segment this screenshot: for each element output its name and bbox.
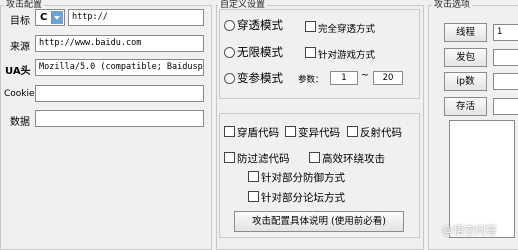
anti-shield-checkbox[interactable] [224, 126, 235, 137]
param-min-input[interactable]: 1 [330, 71, 358, 85]
save-input[interactable] [493, 98, 518, 115]
cookie-label: Cookie [4, 89, 35, 99]
thread-input[interactable]: 1 [493, 24, 518, 41]
chevron-down-icon[interactable] [51, 11, 63, 24]
forum-checkbox[interactable] [248, 191, 259, 202]
referer-label: 来源 [10, 42, 30, 53]
anti-shield-label: 穿盾代码 [237, 127, 279, 139]
mode-transparent-radio[interactable] [224, 20, 235, 31]
referer-input[interactable]: http://www.baidu.com [35, 35, 204, 52]
loop-attack-label: 高效环绕攻击 [322, 153, 385, 165]
mode-transparent-label: 穿透模式 [237, 18, 283, 32]
param-separator: ~ [361, 70, 369, 81]
watermark: @悟空问答 [442, 224, 497, 237]
thread-button[interactable]: 线程 [444, 23, 487, 42]
game-mode-label: 针对游戏方式 [318, 50, 376, 61]
full-transparent-label: 完全穿透方式 [318, 24, 376, 35]
packet-input[interactable] [493, 49, 518, 66]
defense-label: 针对部分防御方式 [261, 172, 345, 184]
variant-label: 变异代码 [298, 127, 340, 139]
reflect-checkbox[interactable] [347, 126, 358, 137]
data-input[interactable] [35, 110, 204, 127]
defense-checkbox[interactable] [248, 171, 259, 182]
ua-input[interactable]: Mozilla/5.0 (compatible; Baiduspid [35, 59, 204, 76]
ip-count-input[interactable] [493, 73, 518, 90]
packet-button[interactable]: 发包 [444, 48, 487, 67]
mode-variable-radio[interactable] [224, 73, 235, 84]
help-button[interactable]: 攻击配置具体说明 (使用前必看) [234, 211, 404, 232]
log-area[interactable] [449, 120, 515, 238]
mode-variable-label: 变参模式 [237, 71, 283, 85]
game-mode-checkbox[interactable] [305, 47, 316, 58]
save-button[interactable]: 存活 [444, 97, 487, 116]
param-max-input[interactable]: 20 [373, 71, 403, 85]
variant-checkbox[interactable] [285, 126, 296, 137]
ip-count-button[interactable]: ip数 [444, 72, 487, 91]
anti-filter-label: 防过滤代码 [237, 153, 290, 165]
target-mode-value: C [40, 12, 48, 23]
data-label: 数据 [10, 117, 30, 128]
ua-label: UA头 [5, 66, 31, 77]
reflect-label: 反射代码 [360, 127, 402, 139]
target-mode-select[interactable]: C [35, 9, 65, 26]
forum-label: 针对部分论坛方式 [261, 192, 345, 204]
full-transparent-checkbox[interactable] [305, 21, 316, 32]
mode-infinite-radio[interactable] [224, 47, 235, 58]
param-count-label: 参数： [298, 75, 324, 85]
loop-attack-checkbox[interactable] [309, 152, 320, 163]
mode-infinite-label: 无限模式 [237, 45, 283, 59]
target-label: 目标 [10, 16, 30, 27]
anti-filter-checkbox[interactable] [224, 152, 235, 163]
attack-options-title: 攻击选项 [432, 0, 473, 10]
cookie-input[interactable] [35, 85, 204, 102]
target-input[interactable]: http:// [68, 9, 204, 26]
